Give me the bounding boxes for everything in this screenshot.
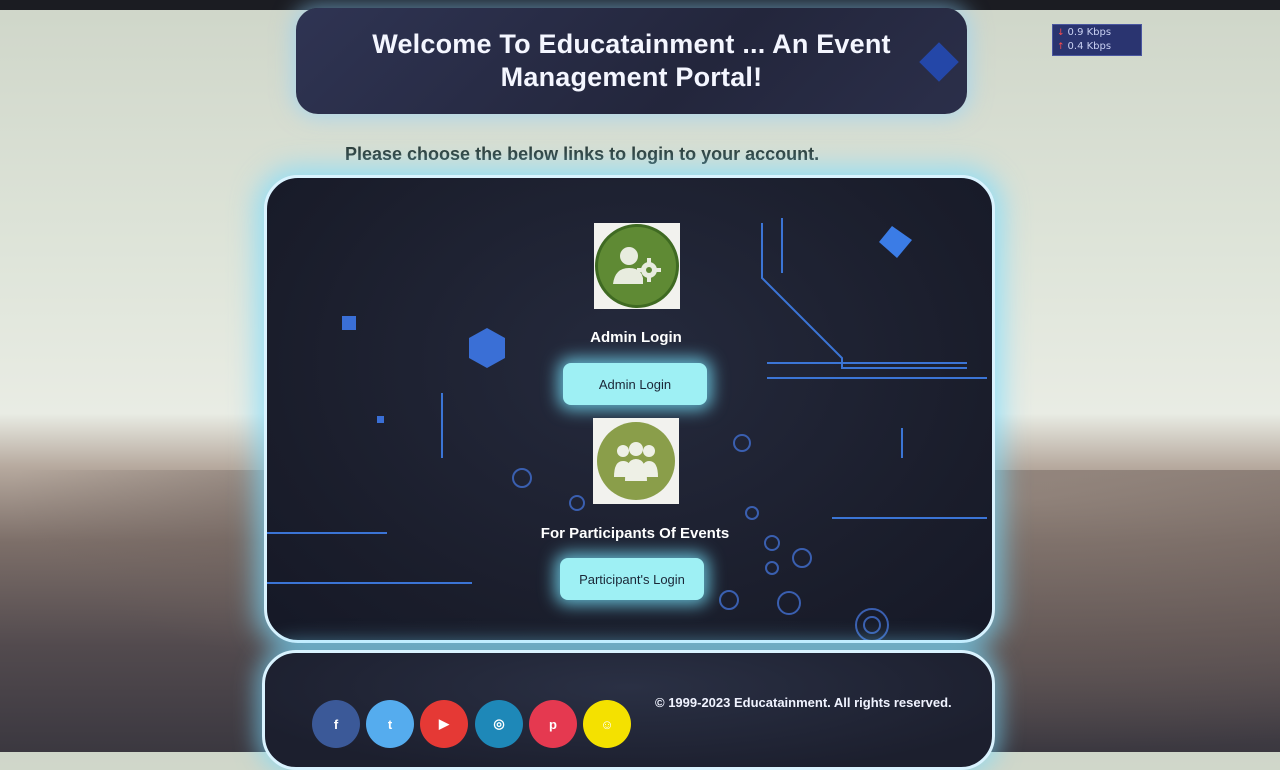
download-arrow-icon: ↓ [1057, 28, 1065, 38]
group-icon [597, 422, 675, 500]
admin-gear-icon [595, 224, 679, 308]
copyright-text: © 1999-2023 Educatainment. All rights re… [655, 695, 952, 710]
participant-icon-tile [593, 418, 679, 504]
twitter-icon[interactable]: t [366, 700, 414, 748]
youtube-icon[interactable]: ▶ [420, 700, 468, 748]
admin-icon-tile [594, 223, 680, 309]
page-title: Welcome To Educatainment ... An Event Ma… [372, 29, 891, 92]
facebook-icon[interactable]: f [312, 700, 360, 748]
footer: f t ▶ ◎ p ☺ © 1999-2023 Educatainment. A… [262, 650, 995, 770]
decorative-diamond [919, 42, 959, 82]
upload-arrow-icon: ↑ [1057, 42, 1065, 52]
participant-login-button[interactable]: Participant's Login [560, 558, 704, 600]
login-panel: Admin Login Admin Login For Participants… [264, 175, 995, 643]
participant-login-heading: For Participants Of Events [540, 525, 730, 542]
page-subtitle: Please choose the below links to login t… [345, 144, 820, 164]
instagram-icon[interactable]: ◎ [475, 700, 523, 748]
page-header: Welcome To Educatainment ... An Event Ma… [296, 8, 967, 114]
upload-speed: 0.4 Kbps [1067, 41, 1112, 52]
snapchat-icon[interactable]: ☺ [583, 700, 631, 748]
admin-login-button[interactable]: Admin Login [563, 363, 707, 405]
pinterest-icon[interactable]: p [529, 700, 577, 748]
network-speed-monitor: ↓ 0.9 Kbps ↑ 0.4 Kbps [1052, 24, 1142, 56]
admin-login-heading: Admin Login [590, 329, 682, 346]
download-speed: 0.9 Kbps [1067, 27, 1112, 38]
